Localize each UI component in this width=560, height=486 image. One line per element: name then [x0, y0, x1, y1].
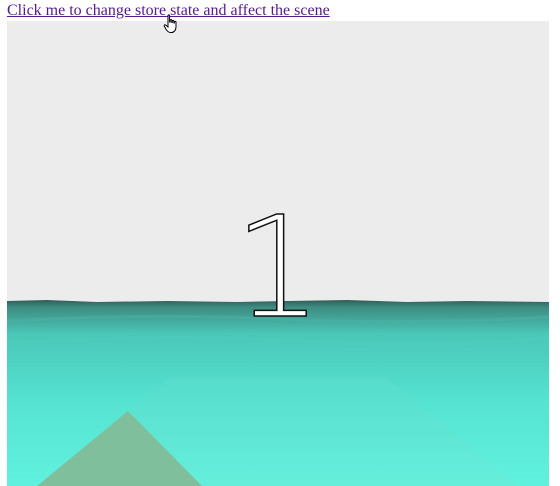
- change-store-state-link[interactable]: Click me to change store state and affec…: [7, 2, 330, 20]
- scene-graphics: [7, 21, 549, 486]
- 3d-scene-canvas[interactable]: 1: [7, 21, 549, 486]
